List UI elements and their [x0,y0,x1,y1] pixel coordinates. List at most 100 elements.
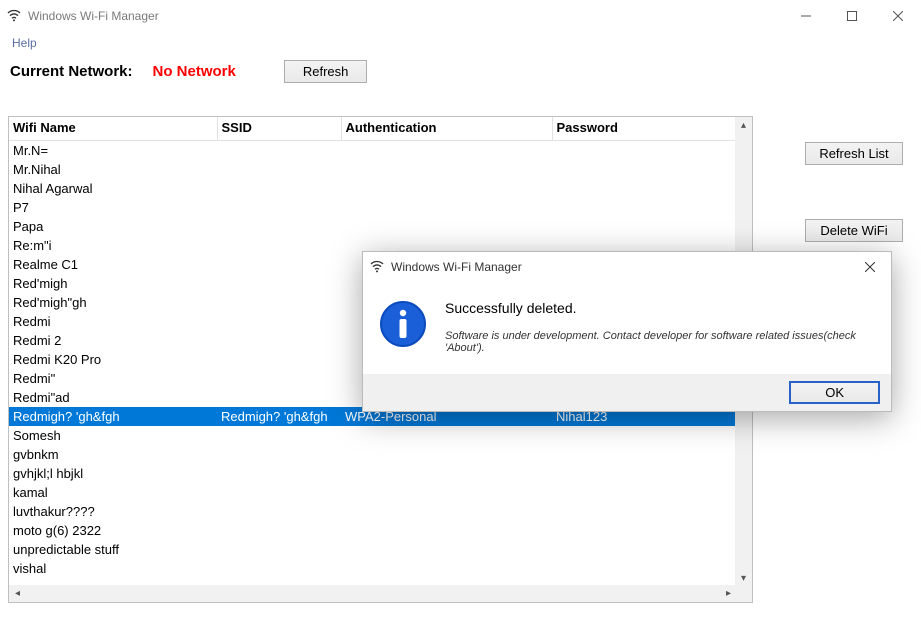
table-row[interactable]: Mr.N= [9,141,737,161]
table-cell [217,274,341,293]
table-cell [552,559,737,578]
col-wifi-name[interactable]: Wifi Name [9,117,217,141]
table-cell: unpredictable stuff [9,540,217,559]
table-cell [552,540,737,559]
table-cell [341,502,552,521]
dialog-title: Windows Wi-Fi Manager [391,260,849,274]
current-network-value: No Network [153,63,236,80]
table-cell [341,426,552,445]
table-cell [217,483,341,502]
col-ssid[interactable]: SSID [217,117,341,141]
scroll-grip [735,585,752,602]
table-cell: Red'migh"gh [9,293,217,312]
table-cell [217,236,341,255]
table-cell: Somesh [9,426,217,445]
table-cell: vishal [9,559,217,578]
col-password[interactable]: Password [552,117,737,141]
table-row[interactable]: unpredictable stuff [9,540,737,559]
maximize-button[interactable] [829,0,875,32]
table-cell [552,502,737,521]
table-cell [341,483,552,502]
table-cell [217,426,341,445]
current-network-label: Current Network: [10,63,133,80]
table-cell [341,141,552,161]
table-cell: Red'migh [9,274,217,293]
table-row[interactable]: luvthakur???? [9,502,737,521]
dialog-close-button[interactable] [849,252,891,282]
table-cell [552,217,737,236]
table-cell [217,141,341,161]
table-cell: moto g(6) 2322 [9,521,217,540]
table-cell: gvhjkl;l hbjkl [9,464,217,483]
table-cell [341,559,552,578]
table-cell: Redmi"ad [9,388,217,407]
table-cell [217,388,341,407]
col-auth[interactable]: Authentication [341,117,552,141]
table-cell [217,369,341,388]
menubar: Help [0,32,921,54]
table-cell [217,255,341,274]
table-cell [341,521,552,540]
scroll-track-h[interactable] [26,585,720,602]
dialog-ok-button[interactable]: OK [790,382,879,403]
dialog-titlebar: Windows Wi-Fi Manager [363,252,891,282]
refresh-list-button[interactable]: Refresh List [805,142,903,165]
table-cell [552,141,737,161]
scroll-left-icon[interactable]: ◂ [9,585,26,602]
table-cell [552,445,737,464]
table-cell: Papa [9,217,217,236]
table-row[interactable]: P7 [9,198,737,217]
dialog-main-text: Successfully deleted. [445,300,875,316]
table-cell [341,198,552,217]
table-row[interactable]: Papa [9,217,737,236]
table-row[interactable]: Somesh [9,426,737,445]
minimize-button[interactable] [783,0,829,32]
dialog-footer: OK [363,374,891,411]
close-button[interactable] [875,0,921,32]
wifi-icon [6,7,22,26]
table-cell [217,293,341,312]
table-cell: luvthakur???? [9,502,217,521]
table-cell [552,483,737,502]
table-row[interactable]: kamal [9,483,737,502]
table-row[interactable]: gvbnkm [9,445,737,464]
table-cell: Mr.N= [9,141,217,161]
table-cell: Redmigh? 'gh&fgh [9,407,217,426]
table-cell [217,198,341,217]
table-row[interactable]: gvhjkl;l hbjkl [9,464,737,483]
table-row[interactable]: Nihal Agarwal [9,179,737,198]
table-cell [552,198,737,217]
table-row[interactable]: moto g(6) 2322 [9,521,737,540]
table-cell [217,217,341,236]
table-cell [217,312,341,331]
table-cell [341,464,552,483]
menu-help[interactable]: Help [6,34,43,52]
message-dialog: Windows Wi-Fi Manager Successfully delet… [362,251,892,412]
table-cell: Re:m"i [9,236,217,255]
table-row[interactable]: Mr.Nihal [9,160,737,179]
table-cell [217,179,341,198]
table-cell: Redmi 2 [9,331,217,350]
table-cell [217,559,341,578]
table-cell [552,521,737,540]
refresh-button[interactable]: Refresh [284,60,368,83]
table-cell: Redmi [9,312,217,331]
table-cell: Mr.Nihal [9,160,217,179]
table-cell [217,350,341,369]
table-row[interactable]: vishal [9,559,737,578]
table-cell: Redmi K20 Pro [9,350,217,369]
table-cell: Redmi" [9,369,217,388]
table-cell [217,160,341,179]
table-cell [217,331,341,350]
table-cell [341,179,552,198]
delete-wifi-button[interactable]: Delete WiFi [805,219,903,242]
horizontal-scrollbar[interactable]: ◂ ▸ [9,585,737,602]
table-cell [341,217,552,236]
table-cell [217,464,341,483]
window-title: Windows Wi-Fi Manager [28,9,783,23]
table-cell [552,464,737,483]
current-network-row: Current Network: No Network Refresh [0,56,921,86]
scroll-up-icon[interactable]: ▴ [735,117,752,134]
table-cell [552,179,737,198]
table-cell [217,540,341,559]
